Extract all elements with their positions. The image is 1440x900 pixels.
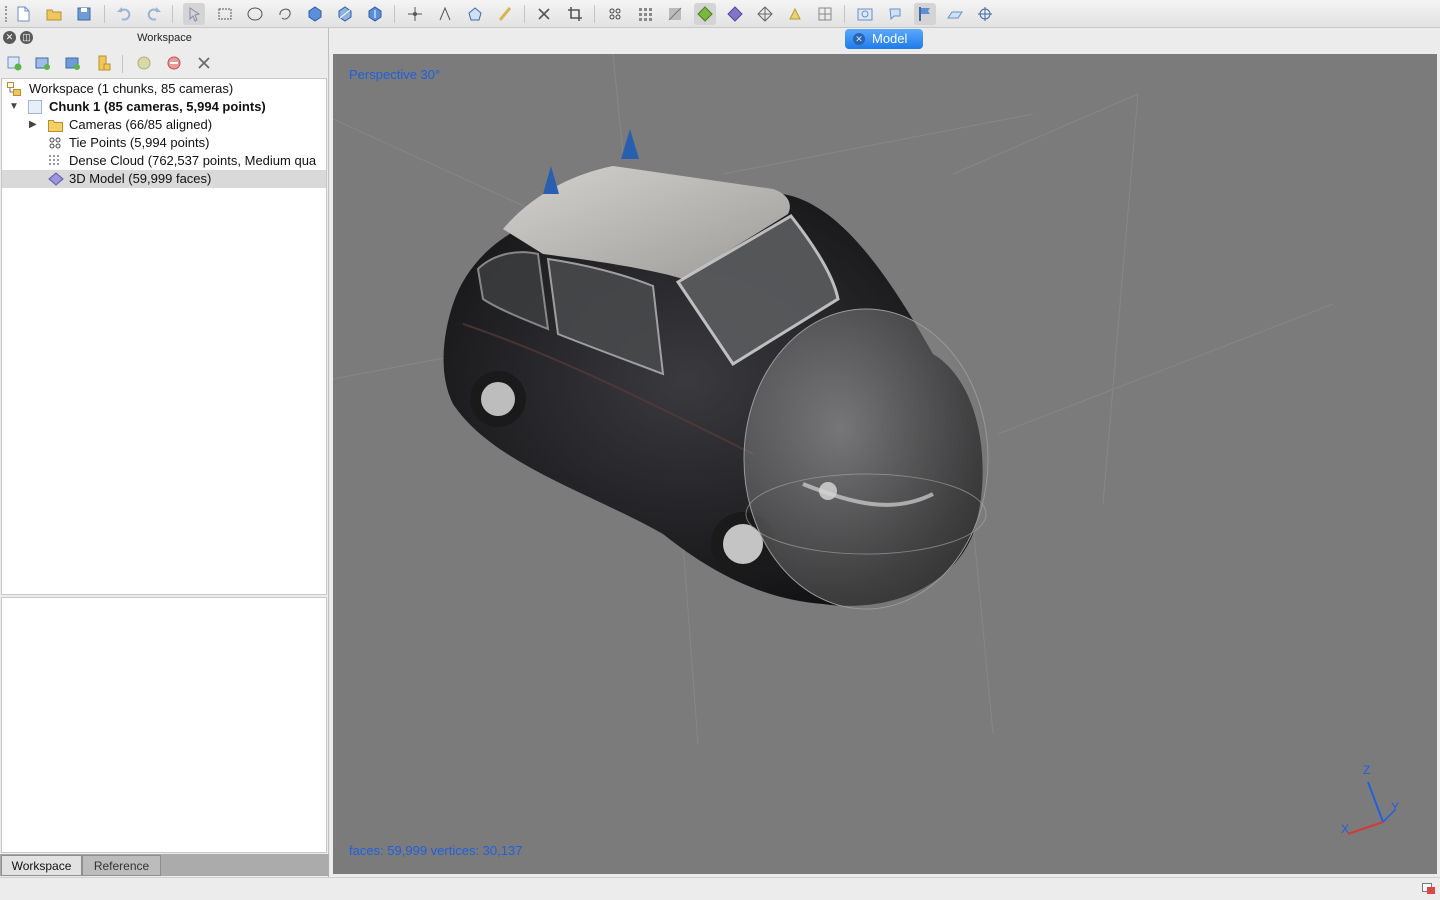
move-region-icon[interactable] xyxy=(334,3,356,25)
tree-item-dense-cloud[interactable]: Dense Cloud (762,537 points, Medium qua xyxy=(2,152,326,170)
show-photos-icon[interactable] xyxy=(854,3,876,25)
tie-points-icon xyxy=(48,136,62,150)
dense-cloud-toolbar-icon[interactable] xyxy=(664,3,686,25)
save-icon[interactable] xyxy=(73,3,95,25)
folder-icon xyxy=(48,118,63,132)
tree-item-label: Workspace (1 chunks, 85 cameras) xyxy=(29,81,234,96)
show-grid-icon[interactable] xyxy=(944,3,966,25)
axis-z-label: Z xyxy=(1363,763,1371,777)
delete-selection-icon[interactable] xyxy=(533,3,555,25)
toolbar-grip[interactable] xyxy=(5,6,7,22)
show-cameras-icon[interactable] xyxy=(604,3,626,25)
shaded-model-icon[interactable] xyxy=(694,3,716,25)
collapse-arrow-icon[interactable]: ▼ xyxy=(9,98,19,116)
tree-item-label: Cameras (66/85 aligned) xyxy=(69,117,213,132)
add-photos-icon[interactable] xyxy=(32,52,54,74)
add-chunk-icon[interactable] xyxy=(3,52,25,74)
ruler-icon[interactable] xyxy=(434,3,456,25)
show-region-icon[interactable] xyxy=(914,3,936,25)
toolbar-separator xyxy=(844,5,845,23)
panel-title: Workspace xyxy=(137,32,192,44)
undo-icon[interactable] xyxy=(113,3,135,25)
dense-cloud-icon xyxy=(48,154,62,168)
tree-item-label: Tie Points (5,994 points) xyxy=(69,135,210,150)
wireframe-model-icon[interactable] xyxy=(754,3,776,25)
axis-gizmo xyxy=(1347,781,1396,835)
tree-item-label: 3D Model (59,999 faces) xyxy=(69,171,212,186)
workspace-toolbar xyxy=(0,50,329,78)
expand-arrow-icon[interactable]: ▶ xyxy=(29,116,37,134)
status-bar xyxy=(0,877,1440,900)
projection-label: Perspective 30° xyxy=(349,67,441,82)
open-folder-icon[interactable] xyxy=(43,3,65,25)
close-tab-icon[interactable]: ✕ xyxy=(853,33,865,45)
toolbar-separator xyxy=(594,5,595,23)
axis-x-label: X xyxy=(1341,822,1350,836)
properties-pane xyxy=(1,597,327,853)
add-markers-icon[interactable] xyxy=(93,52,115,74)
resize-region-icon[interactable] xyxy=(304,3,326,25)
workspace-tree: Workspace (1 chunks, 85 cameras) ▼ Chunk… xyxy=(1,78,327,595)
redo-icon[interactable] xyxy=(143,3,165,25)
circle-selection-icon[interactable] xyxy=(244,3,266,25)
free-form-selection-icon[interactable] xyxy=(274,3,296,25)
tree-item-label: Dense Cloud (762,537 points, Medium qua xyxy=(69,153,317,168)
reset-view-icon[interactable] xyxy=(974,3,996,25)
axis-y-label: Y xyxy=(1391,800,1400,814)
tree-item-label: Chunk 1 (85 cameras, 5,994 points) xyxy=(49,99,266,114)
draw-polyline-icon[interactable] xyxy=(494,3,516,25)
panel-tabs: Workspace Reference xyxy=(0,854,329,876)
tree-item-workspace[interactable]: Workspace (1 chunks, 85 cameras) xyxy=(2,80,326,98)
workspace-panel: ✕ ◫ Workspace Workspace (1 chunks, 85 ca… xyxy=(0,28,329,877)
toolbar-separator xyxy=(524,5,525,23)
enable-icon[interactable] xyxy=(133,52,155,74)
add-folder-icon[interactable] xyxy=(62,52,84,74)
toolbar-separator xyxy=(172,5,173,23)
tiled-model-icon[interactable] xyxy=(814,3,836,25)
toolbar-separator xyxy=(104,5,105,23)
workspace-icon xyxy=(7,82,21,96)
draw-polygon-icon[interactable] xyxy=(464,3,486,25)
tab-model-label: Model xyxy=(872,31,908,46)
solid-model-icon[interactable] xyxy=(724,3,746,25)
point-cloud-icon[interactable] xyxy=(634,3,656,25)
main-toolbar xyxy=(0,0,1440,28)
model-icon xyxy=(48,172,64,186)
tree-item-3d-model[interactable]: 3D Model (59,999 faces) xyxy=(2,170,326,188)
tab-reference[interactable]: Reference xyxy=(82,855,161,876)
notification-icon[interactable] xyxy=(1422,883,1436,895)
tree-item-tie-points[interactable]: Tie Points (5,994 points) xyxy=(2,134,326,152)
remove-items-icon[interactable] xyxy=(193,52,215,74)
new-document-icon[interactable] xyxy=(12,3,34,25)
chunk-icon xyxy=(28,100,42,114)
model-stats-label: faces: 59,999 vertices: 30,137 xyxy=(349,843,523,858)
model-viewport[interactable]: Perspective 30° faces: 59,999 vertices: … xyxy=(333,54,1437,874)
toolbar-separator xyxy=(122,55,123,73)
textured-model-icon[interactable] xyxy=(784,3,806,25)
tab-model[interactable]: ✕ Model xyxy=(845,29,923,49)
toolbar-separator xyxy=(394,5,395,23)
crop-selection-icon[interactable] xyxy=(564,3,586,25)
car-model xyxy=(443,129,989,610)
show-markers-icon[interactable] xyxy=(884,3,906,25)
navigation-cursor-icon[interactable] xyxy=(183,3,205,25)
tab-workspace[interactable]: Workspace xyxy=(1,855,82,876)
rotate-region-icon[interactable] xyxy=(364,3,386,25)
rectangle-selection-icon[interactable] xyxy=(214,3,236,25)
move-object-icon[interactable] xyxy=(404,3,426,25)
scene-canvas[interactable] xyxy=(333,54,1437,874)
tree-item-cameras[interactable]: ▶ Cameras (66/85 aligned) xyxy=(2,116,326,134)
model-view-header: ✕ Model xyxy=(330,28,1440,54)
tree-item-chunk[interactable]: ▼ Chunk 1 (85 cameras, 5,994 points) xyxy=(2,98,326,116)
disable-icon[interactable] xyxy=(163,52,185,74)
